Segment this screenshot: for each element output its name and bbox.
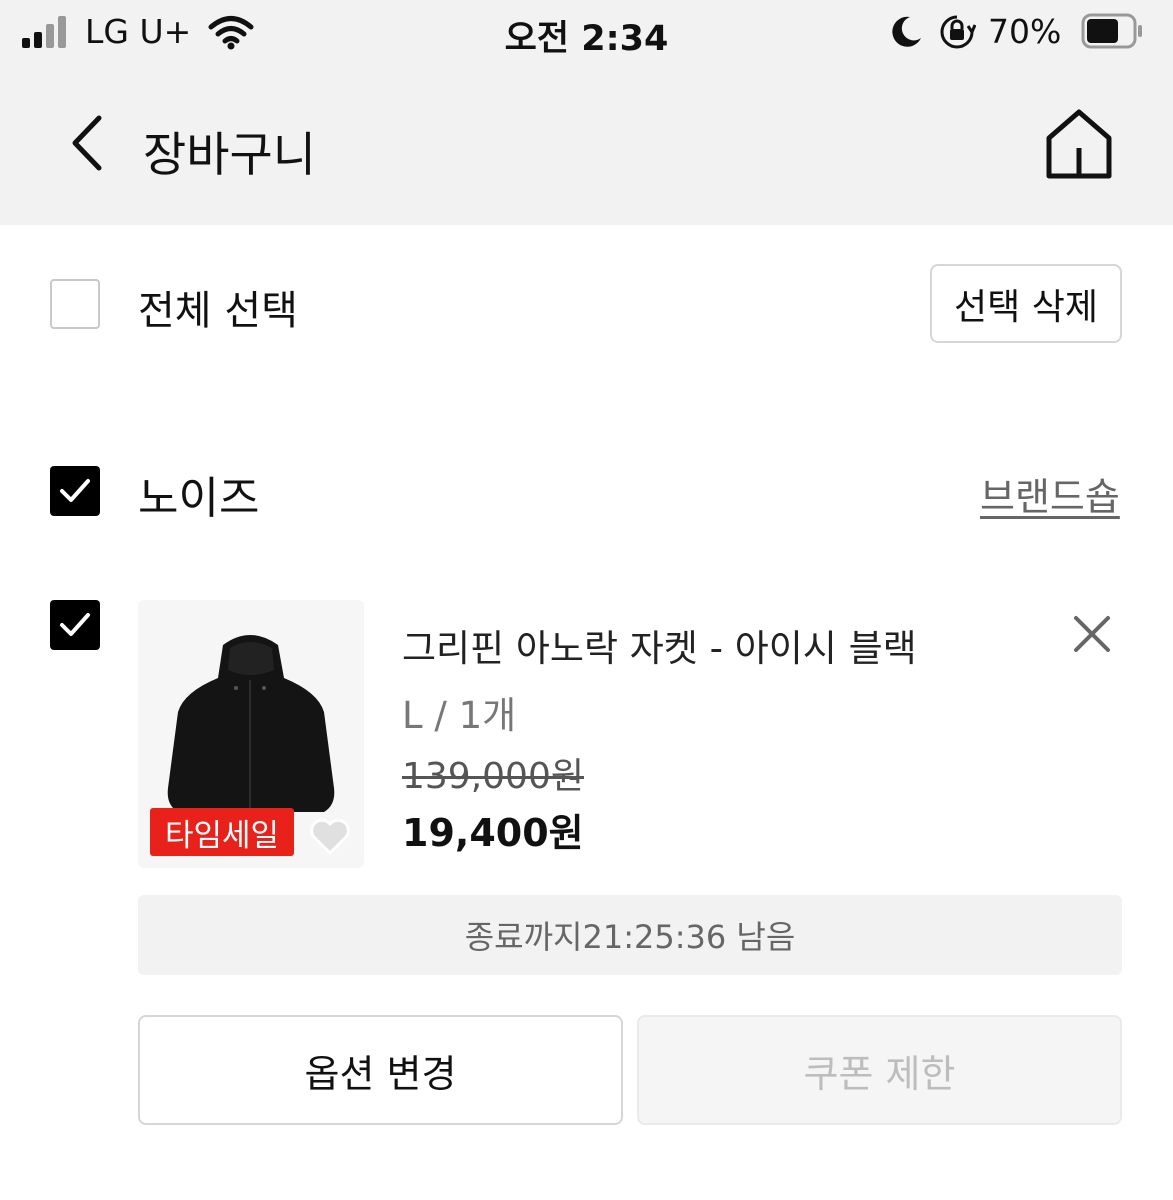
heart-icon[interactable] (308, 816, 352, 860)
sale-price: 19,400원 (402, 811, 584, 855)
select-all-checkbox[interactable] (50, 279, 100, 329)
check-icon (60, 613, 90, 636)
brand-name: 노이즈 (138, 473, 260, 524)
home-icon[interactable] (1044, 108, 1114, 184)
moon-icon (888, 14, 924, 54)
select-all-label: 전체 선택 (138, 288, 298, 334)
top-bar: LG U+ 오전 2:34 70% 장바구니 (0, 0, 1173, 225)
item-checkbox[interactable] (50, 600, 100, 650)
delete-selected-button[interactable]: 선택 삭제 (930, 264, 1122, 343)
product-option: L / 1개 (402, 694, 517, 737)
close-icon[interactable] (1072, 614, 1112, 658)
product-name[interactable]: 그리핀 아노락 자켓 - 아이시 블랙 (402, 618, 917, 672)
original-price: 139,000원 (402, 756, 584, 797)
page-title: 장바구니 (143, 128, 316, 183)
status-bar: LG U+ 오전 2:34 70% (0, 0, 1173, 66)
sale-timer: 종료까지21:25:36 남음 (138, 895, 1122, 975)
option-change-button[interactable]: 옵션 변경 (138, 1015, 623, 1125)
time-sale-badge: 타임세일 (150, 808, 294, 856)
brandshop-link[interactable]: 브랜드숍 (980, 466, 1120, 521)
brand-checkbox[interactable] (50, 466, 100, 516)
rotation-lock-icon (938, 14, 977, 54)
coupon-restricted-button: 쿠폰 제한 (637, 1015, 1122, 1125)
battery-icon (1081, 13, 1143, 49)
back-button[interactable] (66, 112, 106, 178)
check-icon (60, 479, 90, 502)
battery-percentage: 70% (988, 12, 1062, 51)
